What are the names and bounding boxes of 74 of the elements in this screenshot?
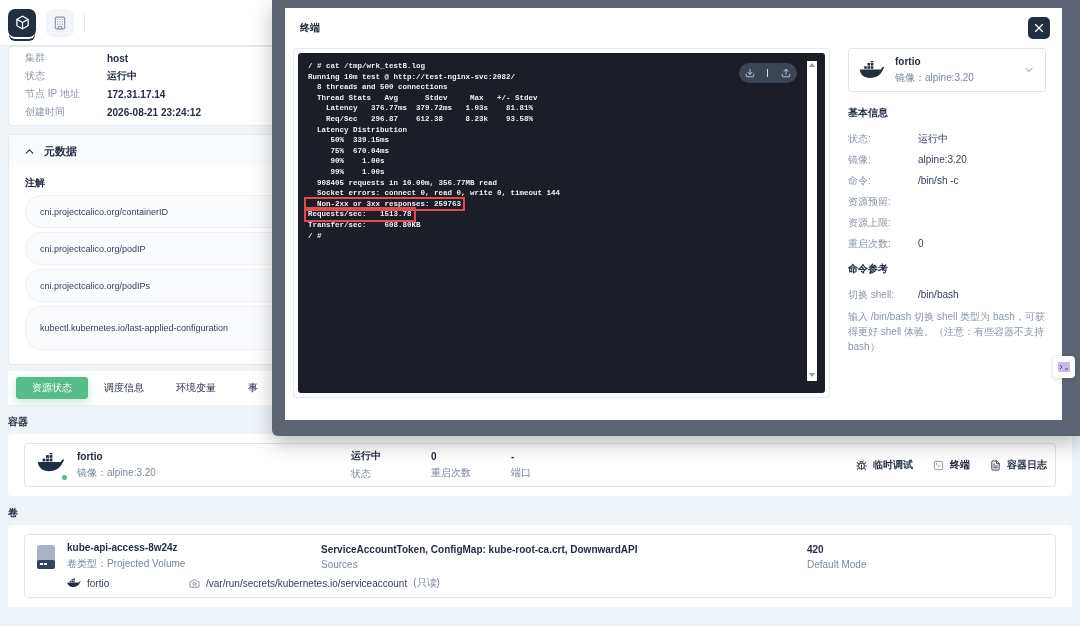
field-value: /bin/bash xyxy=(918,289,959,300)
camera-icon xyxy=(189,577,200,589)
container-image: 镜像：alpine:3.20 xyxy=(895,70,975,85)
volume-type: 卷类型：Projected Volume xyxy=(67,557,187,571)
field-label: 切换 shell: xyxy=(848,287,896,302)
field-value: 0 xyxy=(918,238,924,249)
terminal-toggle-button[interactable] xyxy=(1053,356,1075,378)
volume-name: kube-api-access-8w24z xyxy=(67,542,179,553)
docker-whale-icon xyxy=(67,578,81,588)
docker-whale-icon xyxy=(37,453,65,473)
action-label[interactable]: 容器日志 xyxy=(1007,458,1047,472)
field-value: /bin/sh -c xyxy=(918,175,959,186)
document-icon xyxy=(990,459,1001,471)
building-icon xyxy=(53,15,67,30)
annotations-label: 注解 xyxy=(25,176,45,190)
section-title: 元数据 xyxy=(44,143,77,159)
container-name: fortio xyxy=(77,450,104,462)
detail-label: 节点 IP 地址 xyxy=(25,87,81,101)
field-label: 重启次数: xyxy=(848,236,892,251)
restarts-value: 0 xyxy=(431,450,438,462)
detail-value: 172.31.17.14 xyxy=(107,88,166,100)
detail-value: 2026-08-21 23:24:12 xyxy=(107,106,201,118)
mount-note: (只读) xyxy=(413,576,440,590)
field-label: 镜像: xyxy=(848,152,872,167)
action-link[interactable]: 容器日志 xyxy=(990,458,1047,472)
close-icon xyxy=(1032,21,1046,35)
mount-container: fortio xyxy=(87,577,183,589)
restarts-label: 重启次数 xyxy=(431,465,472,480)
field-value: 运行中 xyxy=(918,131,948,146)
detail-value: 运行中 xyxy=(107,69,137,83)
ports-value: - xyxy=(511,450,516,462)
detail-value: host xyxy=(107,52,129,64)
close-button[interactable] xyxy=(1028,17,1050,39)
volume-sources: ServiceAccountToken, ConfigMap: kube-root-ca.crt, DownwardAPI xyxy=(321,543,639,555)
tab[interactable]: 调度信息 xyxy=(88,377,160,399)
terminal-icon xyxy=(933,459,944,471)
terminal-screen[interactable] xyxy=(298,53,825,393)
action-label[interactable]: 终端 xyxy=(950,458,970,472)
ports-label: 端口 xyxy=(511,465,532,480)
detail-label: 创建时间 xyxy=(25,105,66,119)
section-heading: 基本信息 xyxy=(848,106,889,120)
container-name: fortio xyxy=(895,55,922,67)
download-button[interactable] xyxy=(745,68,756,78)
section-title: 容器 xyxy=(7,415,29,429)
action-link[interactable]: 终端 xyxy=(933,458,970,472)
field-label: 命令: xyxy=(848,173,872,188)
mount-path: /var/run/secrets/kubernetes.io/serviceaccount xyxy=(206,577,408,589)
tab[interactable]: 事 xyxy=(232,377,274,399)
field-label: 状态: xyxy=(848,131,872,146)
field-label: 资源上限: xyxy=(848,215,892,230)
section-title: 卷 xyxy=(7,506,19,520)
detail-label: 集群 xyxy=(25,51,46,65)
detail-label: 状态 xyxy=(25,69,46,83)
upload-button[interactable] xyxy=(780,68,791,78)
docker-whale-icon xyxy=(859,60,885,80)
mode-value: 420 xyxy=(807,543,825,555)
dialog-title: 终端 xyxy=(300,21,320,35)
scrollbar[interactable] xyxy=(807,61,817,381)
container-image: 镜像：alpine:3.20 xyxy=(77,465,157,480)
field-label: 资源预留: xyxy=(848,194,892,209)
action-label[interactable]: 临时调试 xyxy=(873,458,913,472)
terminal-prompt-icon xyxy=(1058,362,1070,372)
download-icon xyxy=(745,68,756,78)
sources-label: Sources xyxy=(321,558,359,570)
mode-label: Default Mode xyxy=(807,558,867,570)
status-value: 运行中 xyxy=(351,449,382,463)
container-select[interactable]: fortio 镜像：alpine:3.20 xyxy=(848,48,1046,92)
status-label: 状态 xyxy=(351,467,372,481)
tab[interactable]: 环境变量 xyxy=(160,377,232,399)
field-value: alpine:3.20 xyxy=(918,154,967,165)
action-link[interactable]: 临时调试 xyxy=(856,458,913,472)
bug-icon xyxy=(856,459,867,471)
upload-icon xyxy=(780,68,791,78)
cube-icon xyxy=(14,15,30,30)
